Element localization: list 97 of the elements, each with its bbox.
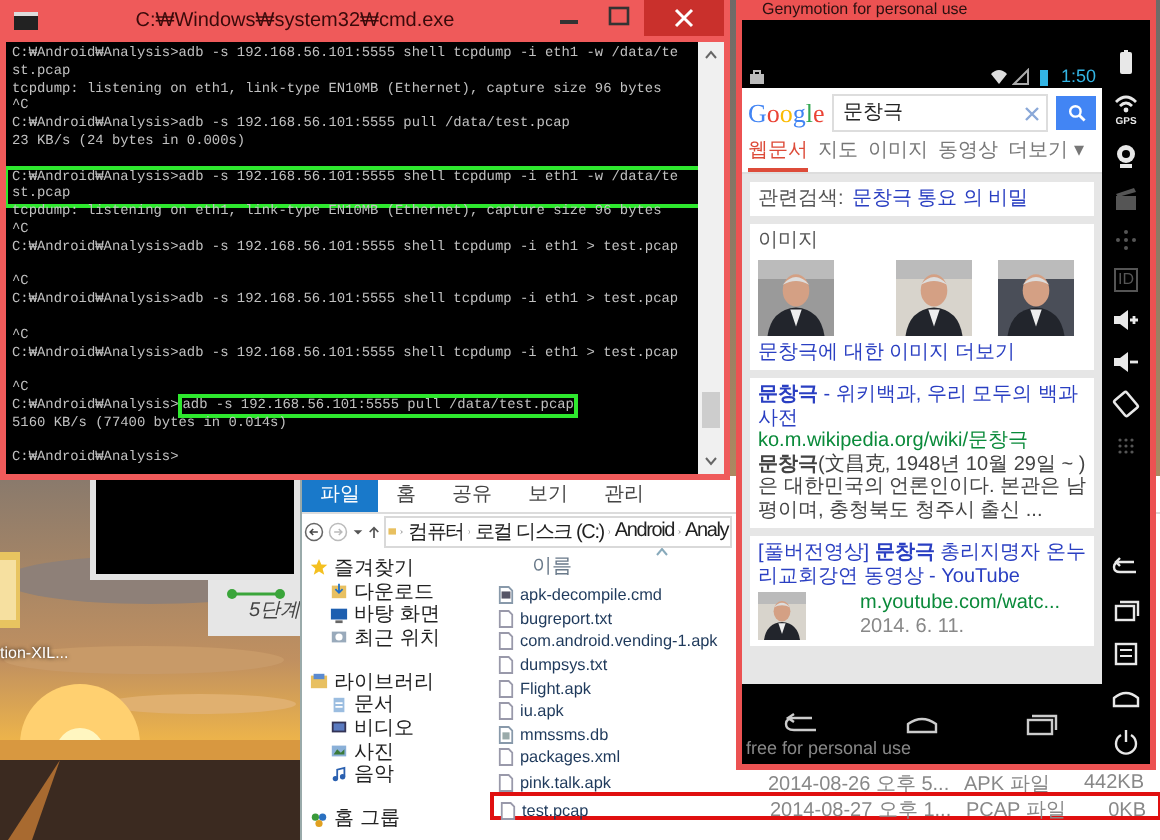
result-date: 2014. 6. 11.	[860, 615, 967, 638]
signal-icon	[1012, 67, 1031, 85]
recent-apps-icon[interactable]	[1022, 712, 1062, 736]
volume-up-icon[interactable]	[1112, 306, 1140, 334]
file-item[interactable]: bugreport.txt	[498, 609, 612, 628]
nav-icon	[330, 765, 348, 784]
file-item[interactable]: pink.talk.apk	[498, 774, 612, 793]
nav-item[interactable]: 다운로드	[310, 579, 492, 603]
result-title[interactable]: 문창극 - 위키백과, 우리 모두의 백과사전	[758, 384, 1086, 430]
ribbon-tab[interactable]: 파일	[302, 480, 378, 512]
wifi-icon[interactable]	[1112, 90, 1140, 118]
nav-item[interactable]: 음악	[310, 763, 492, 787]
home-icon[interactable]	[902, 712, 942, 736]
breadcrumb[interactable]: 컴퓨터	[407, 517, 464, 545]
file-item[interactable]: apk-decompile.cmd	[498, 586, 662, 605]
nav-item[interactable]: 라이브러리	[310, 669, 492, 693]
rotate-icon[interactable]	[1112, 390, 1140, 418]
nav-item[interactable]: 사진	[310, 739, 492, 763]
breadcrumb[interactable]: Android	[614, 520, 674, 542]
file-item[interactable]: iu.apk	[498, 702, 564, 721]
wifi-icon	[990, 67, 1009, 85]
nav-item[interactable]: 바탕 화면	[310, 602, 492, 627]
console-app-icon	[14, 12, 38, 30]
ribbon-tab[interactable]: 홈	[378, 480, 434, 512]
search-tab[interactable]: 더보기 ▾	[1008, 138, 1084, 171]
clock: 1:50	[1060, 66, 1096, 86]
nav-icon	[330, 695, 348, 714]
file-date: 2014-08-26 오후 5...	[768, 771, 950, 798]
file-item[interactable]: dumpsys.txt	[498, 656, 608, 675]
logo: Google	[748, 97, 825, 129]
address-field[interactable]: 컴퓨터 로컬 디스크 (C:) Android Analy	[384, 515, 732, 547]
recent-apps-icon[interactable]	[1112, 596, 1140, 624]
caret-icon[interactable]	[352, 525, 364, 537]
breadcrumb[interactable]: 로컬 디스크 (C:)	[474, 517, 604, 545]
nav-icon	[330, 628, 348, 647]
scroll-thumb[interactable]	[702, 392, 720, 428]
nav-item[interactable]: 문서	[310, 692, 492, 717]
nav-icon	[310, 558, 328, 577]
file-type: APK 파일	[964, 771, 1050, 798]
file-item[interactable]: packages.xml	[498, 748, 621, 767]
up-arrow-icon[interactable]	[368, 525, 380, 537]
breadcrumb[interactable]: Analy	[685, 520, 729, 542]
nav-icon	[310, 809, 328, 828]
search-field[interactable]: 문창극	[832, 94, 1048, 132]
search-tab[interactable]: 지도	[818, 138, 858, 171]
nav-item[interactable]: 홈 그룹	[310, 806, 492, 830]
back-icon[interactable]	[782, 712, 822, 736]
related-link[interactable]: 문창극 통요 의 비밀	[851, 187, 1029, 210]
file-icon	[498, 586, 514, 605]
more-images-link[interactable]: 문창극에 대한 이미지 더보기	[758, 341, 1086, 364]
file-item[interactable]: test.pcap	[500, 801, 589, 820]
folder-icon	[388, 522, 397, 540]
file-item[interactable]: com.android.vending-1.apk	[498, 632, 718, 651]
watermark-text: free for personal use	[746, 738, 912, 758]
result-url: ko.m.wikipedia.org/wiki/문창극	[758, 430, 1031, 453]
nav-icon	[310, 672, 328, 691]
related-label: 관련검색:	[758, 187, 844, 210]
window-title: Genymotion for personal use	[760, 0, 970, 20]
nav-icon	[330, 582, 348, 601]
file-item[interactable]: mmssms.db	[498, 725, 609, 744]
scroll-down-icon[interactable]	[702, 452, 720, 470]
menu-icon[interactable]	[1112, 640, 1140, 668]
search-button[interactable]	[1056, 96, 1096, 130]
nav-icon	[330, 742, 348, 761]
webcam-icon[interactable]	[1112, 142, 1140, 170]
volume-down-icon[interactable]	[1112, 348, 1140, 376]
search-tab[interactable]: 동영상	[938, 138, 998, 171]
search-tab[interactable]: 이미지	[868, 138, 928, 171]
close-button[interactable]	[644, 0, 724, 36]
search-icon	[1067, 104, 1085, 122]
result-title[interactable]: [풀버전영상] 문창극 총리지명자 온누리교회강연 동영상 - YouTube	[758, 542, 1086, 588]
battery-icon	[1034, 67, 1053, 85]
scroll-up-icon[interactable]	[702, 46, 720, 64]
sort-icon	[656, 548, 668, 556]
nav-icon	[330, 605, 348, 624]
file-item[interactable]: Flight.apk	[498, 679, 591, 698]
nav-item[interactable]: 즐겨찾기	[310, 556, 492, 580]
section-heading: 이미지	[758, 230, 820, 253]
panel-label: 5단계	[248, 600, 300, 624]
briefcase-icon	[748, 67, 766, 85]
nav-icon	[330, 718, 348, 737]
ribbon-tab[interactable]: 관리	[586, 480, 662, 512]
result-url: m.youtube.com/watc...	[860, 592, 1061, 615]
file-icon	[498, 725, 514, 744]
power-icon[interactable]	[1112, 728, 1140, 756]
ribbon-tab[interactable]: 공유	[434, 480, 510, 512]
file-size: 442KB	[1081, 772, 1144, 795]
search-tab[interactable]: 웹문서	[748, 138, 808, 171]
scrollbar[interactable]	[698, 42, 724, 474]
window-title: C:₩Windows₩system32₩cmd.exe	[133, 10, 457, 32]
nav-item[interactable]: 비디오	[310, 716, 492, 740]
back-button[interactable]	[304, 521, 324, 541]
column-header[interactable]: 이름	[532, 556, 572, 578]
nav-item[interactable]: 최근 위치	[310, 626, 492, 650]
desktop-icon-label: tion-XIL...	[0, 644, 69, 662]
result-snippet: 문창극(文昌克, 1948년 10월 29일 ~ )은 대한민국의 언론인이다. 본관은 남평이며, 충청북도 청주시 출신 ...	[758, 453, 1086, 522]
ribbon-tab[interactable]: 보기	[510, 480, 586, 512]
